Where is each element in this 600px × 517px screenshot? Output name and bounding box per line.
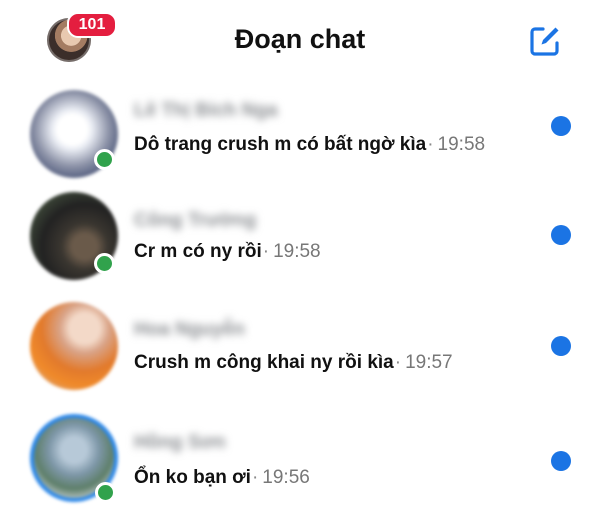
contact-name: Công Trường [134, 210, 257, 231]
message-time: 19:58 [273, 241, 321, 262]
message-time: 19:56 [262, 467, 310, 488]
message-preview: Ổn ko bạn ơi· 19:56 [134, 467, 310, 489]
unread-indicator [551, 225, 571, 245]
message-time: 19:57 [405, 352, 453, 373]
separator: · [262, 241, 270, 262]
chats-header: 101 Đoạn chat [0, 0, 600, 82]
message-preview: Cr m có ny rồi· 19:58 [134, 241, 321, 263]
last-message: Ổn ko bạn ơi [134, 467, 251, 488]
contact-name: Hoa Nguyễn [134, 319, 245, 340]
contact-name: Lê Thị Bích Nga [134, 100, 278, 121]
online-status-dot [94, 253, 115, 274]
unread-indicator [551, 451, 571, 471]
online-status-dot [95, 482, 116, 503]
conversation-row[interactable]: Lê Thị Bích Nga Dô trang crush m có bất … [0, 90, 600, 190]
compose-icon[interactable] [527, 23, 563, 59]
separator: · [251, 467, 259, 488]
last-message: Crush m công khai ny rồi kìa [134, 352, 394, 373]
separator: · [394, 352, 402, 373]
conversation-row[interactable]: Hồng Sơn Ổn ko bạn ơi· 19:56 [0, 414, 600, 514]
message-time: 19:58 [437, 134, 486, 155]
page-title: Đoạn chat [234, 24, 366, 54]
contact-name: Hồng Sơn [134, 432, 226, 453]
message-preview: Dô trang crush m có bất ngờ kìa· 19:58 [134, 134, 485, 156]
separator: · [427, 134, 434, 155]
unread-indicator [551, 116, 571, 136]
conversation-row[interactable]: Hoa Nguyễn Crush m công khai ny rồi kìa·… [0, 302, 600, 402]
contact-avatar [30, 302, 118, 390]
message-preview: Crush m công khai ny rồi kìa· 19:57 [134, 352, 453, 374]
unread-indicator [551, 336, 571, 356]
last-message: Cr m có ny rồi [134, 241, 262, 262]
conversation-row[interactable]: Công Trường Cr m có ny rồi· 19:58 [0, 192, 600, 292]
online-status-dot [94, 149, 115, 170]
last-message: Dô trang crush m có bất ngờ kìa [134, 134, 427, 155]
